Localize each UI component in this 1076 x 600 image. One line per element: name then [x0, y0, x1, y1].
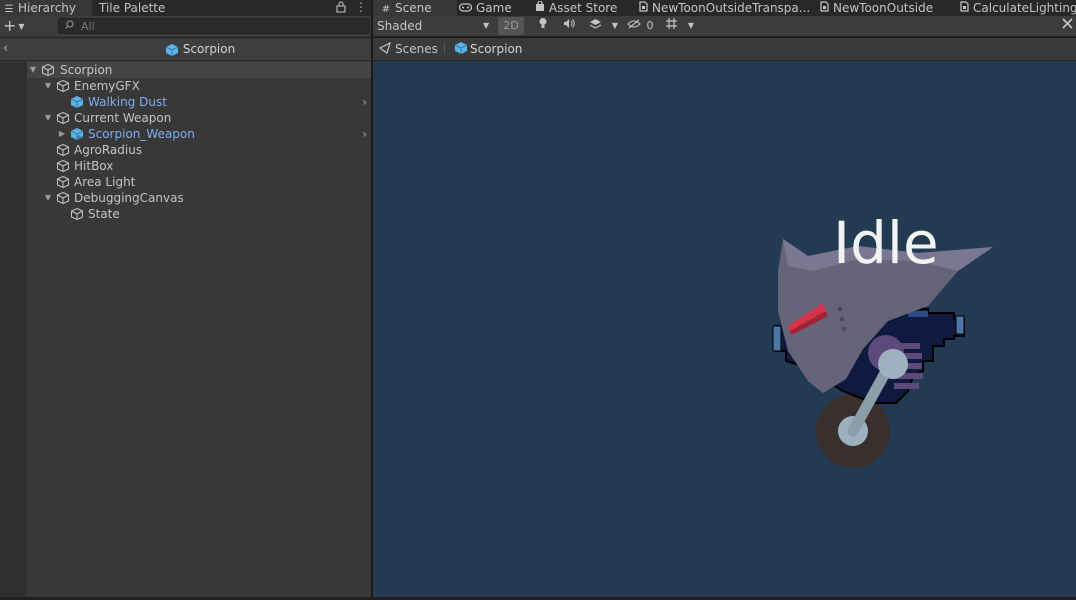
tab-hierarchy[interactable]: ☰ Hierarchy: [0, 0, 92, 16]
breadcrumb-current[interactable]: Scorpion: [470, 42, 522, 56]
tree-item-state[interactable]: State: [27, 206, 371, 222]
tree-item-scorpion[interactable]: ▼ Scorpion: [27, 62, 371, 78]
tab-tile-palette[interactable]: Tile Palette: [99, 0, 165, 16]
tools-icon[interactable]: [1059, 17, 1075, 35]
tree-item-area-light[interactable]: Area Light: [27, 174, 371, 190]
search-field[interactable]: [58, 18, 370, 34]
kebab-menu-icon[interactable]: ⋮: [355, 0, 367, 14]
gameobject-icon: [42, 63, 54, 77]
expand-arrow-icon[interactable]: ▼: [43, 78, 53, 94]
tab-calculatelighting[interactable]: CalculateLighting: [959, 0, 1076, 16]
tab-newtoonoutsidetranspa[interactable]: NewToonOutsideTranspa...: [638, 0, 810, 16]
gameobject-icon: [57, 79, 69, 93]
search-icon: [64, 18, 76, 35]
scene-header: ‹ Scorpion: [0, 39, 371, 61]
gameobject-icon: [57, 143, 69, 157]
audio-toggle-icon[interactable]: [559, 17, 579, 35]
eye-slash-icon: [627, 19, 645, 32]
chevron-left-icon[interactable]: ‹: [3, 41, 8, 56]
breadcrumb-scenes[interactable]: Scenes: [395, 42, 438, 56]
state-label: Idle: [833, 209, 939, 277]
chevron-down-icon[interactable]: ▼: [685, 17, 697, 35]
scene-toolbar: Shaded ▼ 2D ▼ 0 ▼: [373, 16, 1076, 37]
2d-toggle-button[interactable]: 2D: [498, 17, 524, 35]
lock-icon[interactable]: [336, 1, 346, 16]
prefab-icon: [70, 96, 84, 108]
chevron-right-icon[interactable]: ›: [362, 94, 367, 110]
grid-toggle-icon[interactable]: [663, 17, 679, 35]
breadcrumb: Scenes Scorpion: [373, 38, 1076, 61]
lighting-toggle-icon[interactable]: [533, 17, 553, 35]
scenes-icon: [378, 41, 391, 57]
gameobject-icon: [57, 191, 69, 205]
collapse-arrow-icon[interactable]: ▶: [57, 126, 67, 142]
prefab-icon: [165, 43, 179, 56]
tree-item-walking-dust[interactable]: Walking Dust ›: [27, 94, 371, 110]
gameobject-icon: [57, 159, 69, 173]
search-input[interactable]: [81, 19, 361, 33]
plus-icon: +: [3, 16, 17, 35]
tab-game[interactable]: Game: [458, 0, 512, 16]
gameobject-icon: [71, 207, 83, 221]
chevron-down-icon: ▼: [18, 21, 25, 31]
chevron-down-icon: ▼: [483, 21, 490, 30]
expand-arrow-icon[interactable]: ▼: [43, 110, 53, 126]
tab-scene[interactable]: # Scene: [373, 0, 457, 16]
tree-item-agroradius[interactable]: AgroRadius: [27, 142, 371, 158]
tab-newtoonoutside[interactable]: NewToonOutside: [819, 0, 933, 16]
hidden-objects-toggle[interactable]: 0: [627, 17, 657, 35]
prefab-icon: [454, 41, 468, 58]
prefab-variant-icon: [70, 128, 84, 140]
gameobject-icon: [57, 175, 69, 189]
tab-asset-store[interactable]: Asset Store: [535, 0, 617, 16]
chevron-right-icon[interactable]: ›: [362, 126, 367, 142]
chevron-down-icon[interactable]: ▼: [609, 17, 621, 35]
hierarchy-gutter: [0, 62, 27, 598]
tree-item-current-weapon[interactable]: ▼ Current Weapon: [27, 110, 371, 126]
expand-arrow-icon[interactable]: ▼: [43, 190, 53, 206]
scene-header-title: Scorpion: [165, 42, 235, 57]
scene-viewport[interactable]: Idle: [373, 61, 1076, 597]
add-button[interactable]: + ▼: [3, 17, 25, 36]
tree-item-debuggingcanvas[interactable]: ▼ DebuggingCanvas: [27, 190, 371, 206]
expand-arrow-icon[interactable]: ▼: [28, 62, 38, 78]
breadcrumb-separator: [444, 44, 445, 54]
gameobject-icon: [57, 111, 69, 125]
effects-icon[interactable]: [585, 17, 605, 35]
shading-mode-dropdown[interactable]: Shaded ▼: [377, 16, 491, 36]
tree-item-scorpion-weapon[interactable]: ▶ Scorpion_Weapon ›: [27, 126, 371, 142]
tree-item-hitbox[interactable]: HitBox: [27, 158, 371, 174]
tree-item-enemygfx[interactable]: ▼ EnemyGFX: [27, 78, 371, 94]
